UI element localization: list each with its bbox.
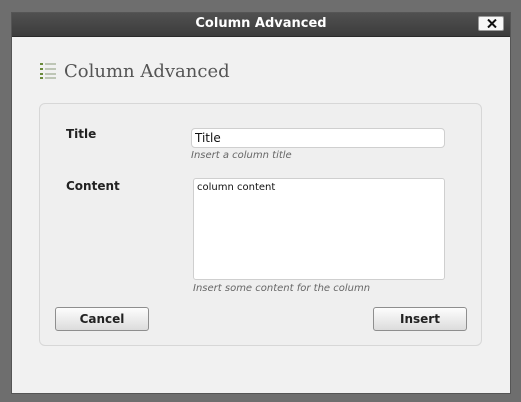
title-hint: Insert a column title (191, 150, 292, 161)
title-label: Title (66, 127, 97, 141)
page-title: Column Advanced (64, 61, 230, 82)
list-icon (40, 63, 56, 79)
content-label: Content (66, 179, 120, 193)
close-icon (487, 19, 497, 28)
dialog-title: Column Advanced (195, 16, 327, 31)
form-panel: Title Insert a column title Content colu… (39, 103, 482, 346)
content-textarea[interactable]: column content (193, 178, 445, 280)
dialog-window: Column Advanced Column Advanced Title Ti… (12, 13, 510, 393)
cancel-button[interactable]: Cancel (55, 307, 149, 331)
insert-button[interactable]: Insert (373, 307, 467, 331)
title-input[interactable] (191, 128, 445, 148)
backdrop: Column Advanced Column Advanced Title Ti… (0, 0, 521, 402)
close-button[interactable] (478, 16, 504, 31)
dialog-titlebar[interactable]: Column Advanced (12, 13, 510, 37)
content-hint: Insert some content for the column (193, 283, 371, 294)
